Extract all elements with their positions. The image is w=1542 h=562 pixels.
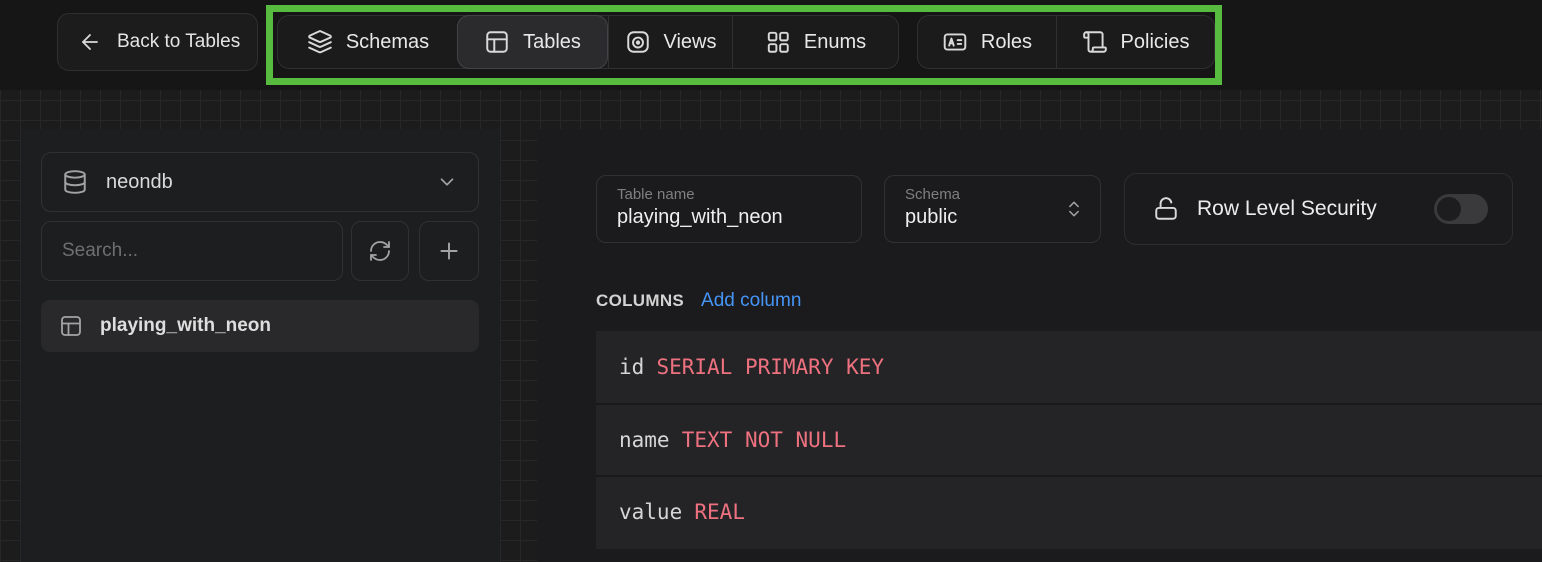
database-name: neondb xyxy=(106,171,173,194)
drizzle-studio-screen: Back to Tables Schemas Tables Views xyxy=(0,0,1542,562)
scroll-icon xyxy=(1082,29,1108,55)
column-row-name[interactable]: name TEXT NOT NULL xyxy=(596,403,1542,475)
column-row-id[interactable]: id SERIAL PRIMARY KEY xyxy=(596,331,1542,403)
table-name-label: Table name xyxy=(617,185,843,204)
add-column-link[interactable]: Add column xyxy=(701,290,801,312)
tab-roles[interactable]: Roles xyxy=(918,16,1056,68)
table-icon xyxy=(484,29,510,55)
tab-policies[interactable]: Policies xyxy=(1056,16,1214,68)
object-type-tab-group: Schemas Tables Views Enums xyxy=(277,15,899,69)
tab-roles-label: Roles xyxy=(981,31,1032,54)
rls-toggle[interactable] xyxy=(1434,194,1488,224)
view-icon xyxy=(625,29,651,55)
chevrons-up-down-icon xyxy=(1064,199,1084,219)
rls-label: Row Level Security xyxy=(1197,197,1377,221)
layers-icon xyxy=(307,29,333,55)
rls-toggle-knob xyxy=(1437,197,1461,221)
lock-open-icon xyxy=(1153,196,1179,222)
table-icon xyxy=(59,314,83,338)
back-to-tables-button[interactable]: Back to Tables xyxy=(57,13,258,71)
tab-schemas-label: Schemas xyxy=(346,31,429,54)
database-icon xyxy=(62,169,88,195)
column-name: id xyxy=(619,355,644,379)
grid-icon xyxy=(765,29,791,55)
table-name-field[interactable]: Table name playing_with_neon xyxy=(596,175,862,243)
column-row-value[interactable]: value REAL xyxy=(596,475,1542,547)
add-table-button[interactable] xyxy=(419,221,479,281)
table-item-label: playing_with_neon xyxy=(100,315,271,337)
search-input[interactable] xyxy=(41,221,343,281)
chevron-down-icon xyxy=(436,171,458,193)
column-definition: TEXT NOT NULL xyxy=(682,428,846,452)
tab-schemas[interactable]: Schemas xyxy=(278,16,458,68)
refresh-button[interactable] xyxy=(351,221,409,281)
schema-label: Schema xyxy=(905,185,1082,204)
columns-list: id SERIAL PRIMARY KEY name TEXT NOT NULL… xyxy=(596,331,1542,549)
table-name-value: playing_with_neon xyxy=(617,204,843,231)
table-editor-panel: Table name playing_with_neon Schema publ… xyxy=(537,129,1542,562)
tab-policies-label: Policies xyxy=(1121,31,1190,54)
column-definition: REAL xyxy=(694,500,745,524)
id-card-icon xyxy=(942,29,968,55)
arrow-left-icon xyxy=(78,30,102,54)
tab-views[interactable]: Views xyxy=(608,16,732,68)
column-name: name xyxy=(619,428,670,452)
tab-enums-label: Enums xyxy=(804,31,866,54)
column-name: value xyxy=(619,500,682,524)
column-definition: SERIAL PRIMARY KEY xyxy=(656,355,884,379)
columns-section-title: COLUMNS xyxy=(596,291,684,311)
sidebar: neondb playing_with_neon xyxy=(21,129,500,562)
columns-header: COLUMNS Add column xyxy=(596,290,801,312)
access-tab-group: Roles Policies xyxy=(917,15,1215,69)
refresh-icon xyxy=(368,239,392,263)
topbar: Back to Tables Schemas Tables Views xyxy=(0,0,1542,90)
tab-views-label: Views xyxy=(664,31,717,54)
row-level-security-card: Row Level Security xyxy=(1124,173,1513,245)
back-button-label: Back to Tables xyxy=(117,31,240,53)
plus-icon xyxy=(436,238,462,264)
schema-select[interactable]: Schema public xyxy=(884,175,1101,243)
database-selector[interactable]: neondb xyxy=(41,152,479,212)
sidebar-table-item-playing-with-neon[interactable]: playing_with_neon xyxy=(41,300,479,352)
schema-value: public xyxy=(905,204,1082,231)
tab-enums[interactable]: Enums xyxy=(732,16,898,68)
tab-tables[interactable]: Tables xyxy=(457,15,608,69)
tab-tables-label: Tables xyxy=(523,31,581,54)
